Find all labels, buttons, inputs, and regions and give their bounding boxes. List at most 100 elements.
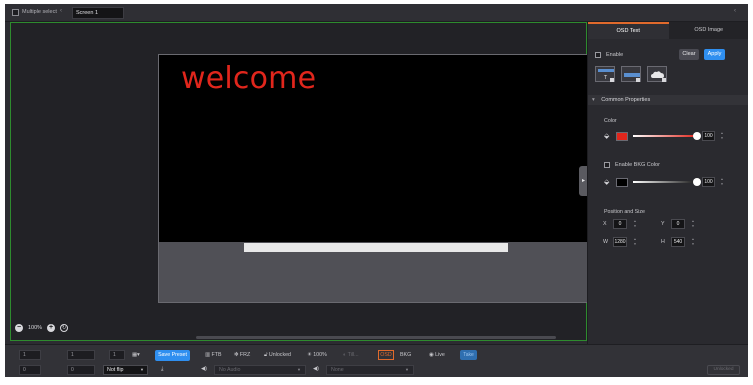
zoom-controls: − 100% + ↻: [15, 323, 69, 333]
dim-label: Till...: [347, 352, 359, 358]
text-color-swatch[interactable]: [616, 131, 628, 141]
common-properties-label: Common Properties: [601, 97, 651, 103]
spinner-icon[interactable]: ▲ ▼: [633, 219, 637, 229]
source-select[interactable]: None ▼: [326, 365, 414, 375]
spinner-icon[interactable]: ▲ ▼: [691, 219, 695, 229]
y-field: Y 0 ▲ ▼: [661, 219, 695, 229]
brightness-label: 100%: [313, 352, 327, 358]
x-field: X 0 ▲ ▼: [603, 219, 637, 229]
paint-bucket-icon: ⬙: [604, 132, 610, 140]
source-icon: ◀): [313, 366, 319, 372]
text-opacity-slider[interactable]: [633, 132, 701, 140]
bkg-color-row: ⬙ 100 ▲ ▼: [604, 177, 724, 187]
text-top-layout-icon[interactable]: T: [595, 66, 615, 82]
dim-button[interactable]: ◐ Till...: [343, 352, 359, 358]
slider-knob[interactable]: [693, 132, 701, 140]
layer-bar[interactable]: [244, 243, 508, 252]
tab-osd-image[interactable]: OSD Image: [669, 22, 749, 39]
screen-frame[interactable]: welcome: [158, 54, 593, 303]
cloud-image-layout-icon[interactable]: [647, 66, 667, 82]
paint-bucket-icon: ⬙: [604, 178, 610, 186]
ftb-button[interactable]: ▥ FTB: [205, 352, 222, 358]
bkg-color-swatch[interactable]: [616, 177, 628, 187]
common-properties-header[interactable]: ▾ Common Properties: [588, 95, 748, 105]
take-button[interactable]: Take: [460, 350, 477, 360]
h-label: H: [661, 239, 665, 245]
field-5[interactable]: 0: [67, 365, 95, 375]
screen-name-field[interactable]: Screen 1: [72, 7, 124, 19]
live-label: Live: [435, 352, 445, 358]
horizontal-scrollbar[interactable]: [196, 336, 556, 339]
chevron-down-icon: ▼: [297, 367, 301, 372]
ftb-label: FTB: [211, 352, 222, 358]
color-label: Color: [604, 118, 617, 124]
spinner-icon[interactable]: ▲ ▼: [691, 237, 695, 247]
enable-bkg-checkbox[interactable]: [604, 162, 610, 168]
osd-text-preview[interactable]: welcome: [181, 61, 316, 96]
enable-bkg-label: Enable BKG Color: [615, 162, 660, 168]
spinner-icon[interactable]: ▲ ▼: [720, 177, 724, 187]
audio-placeholder: No Audio: [219, 367, 241, 373]
clear-button[interactable]: Clear: [679, 49, 699, 60]
multiple-select-checkbox[interactable]: [12, 9, 19, 16]
slider-knob[interactable]: [693, 178, 701, 186]
osd-layer[interactable]: welcome: [159, 55, 592, 242]
field-1[interactable]: 1: [19, 350, 41, 360]
field-3[interactable]: 1: [109, 350, 125, 360]
slider-fill: [633, 135, 697, 137]
position-size-label: Position and Size: [604, 209, 645, 215]
zoom-reset-icon[interactable]: ↻: [60, 324, 69, 332]
brightness-button[interactable]: ☀ 100%: [307, 352, 327, 358]
zoom-in-icon[interactable]: +: [47, 324, 56, 332]
spinner-icon[interactable]: ▲ ▼: [720, 131, 724, 141]
properties-panel: OSD Text OSD Image Enable Clear Apply T: [587, 22, 748, 344]
live-toggle[interactable]: ◉ Live: [429, 352, 445, 358]
multiple-select-label: Multiple select: [22, 9, 57, 15]
grid-icon[interactable]: ▦▾: [132, 352, 140, 358]
chevron-down-icon: ▾: [592, 97, 595, 103]
source-placeholder: None: [331, 367, 344, 373]
frz-button[interactable]: ✻ FRZ: [234, 352, 250, 358]
frz-label: FRZ: [239, 352, 251, 358]
chevron-left-icon[interactable]: ‹: [60, 8, 62, 14]
zoom-out-icon[interactable]: −: [15, 324, 23, 332]
tab-osd-text[interactable]: OSD Text: [588, 22, 669, 39]
y-input[interactable]: 0: [671, 219, 685, 229]
preview-canvas[interactable]: welcome − 100% + ↻: [10, 22, 593, 341]
enable-bkg-row: Enable BKG Color: [604, 162, 660, 168]
unlock-all-button[interactable]: Unlocked: [707, 365, 740, 375]
layout-options: T: [595, 66, 667, 82]
bkg-toggle[interactable]: BKG: [400, 352, 411, 358]
save-preset-button[interactable]: Save Preset: [155, 350, 190, 361]
field-4[interactable]: 0: [19, 365, 41, 375]
app-window: Multiple select ‹ Screen 1 ‹ welcome − 1…: [5, 4, 748, 377]
h-input[interactable]: 540: [671, 237, 685, 247]
x-input[interactable]: 0: [613, 219, 627, 229]
h-field: H 540 ▲ ▼: [661, 237, 695, 247]
top-bar: Multiple select ‹ Screen 1 ‹: [5, 4, 748, 22]
w-input[interactable]: 1280: [613, 237, 627, 247]
field-2[interactable]: 1: [67, 350, 95, 360]
text-opacity-input[interactable]: 100: [702, 131, 715, 141]
text-color-row: ⬙ 100 ▲ ▼: [604, 131, 724, 141]
lock-button[interactable]: 🔓︎ Unlocked: [264, 352, 291, 359]
enable-checkbox[interactable]: [595, 52, 601, 58]
svg-text:T: T: [603, 75, 608, 81]
speaker-icon: ◀): [201, 366, 207, 372]
flip-select[interactable]: Not flip ▼: [103, 365, 148, 375]
bkg-opacity-slider[interactable]: [633, 178, 701, 186]
osd-toggle[interactable]: OSD: [378, 350, 394, 360]
panel-tabs: OSD Text OSD Image: [588, 22, 748, 39]
chevron-down-icon: ▼: [405, 367, 409, 372]
y-label: Y: [661, 221, 665, 227]
spinner-icon[interactable]: ▲ ▼: [633, 237, 637, 247]
x-label: X: [603, 221, 607, 227]
enable-label: Enable: [606, 52, 624, 58]
audio-select[interactable]: No Audio ▼: [214, 365, 306, 375]
bkg-opacity-input[interactable]: 100: [702, 177, 715, 187]
text-center-layout-icon[interactable]: [621, 66, 641, 82]
download-icon[interactable]: ⤓: [161, 366, 163, 373]
apply-button[interactable]: Apply: [704, 49, 725, 60]
slider-fill: [633, 181, 697, 183]
collapse-icon[interactable]: ‹: [734, 8, 736, 14]
